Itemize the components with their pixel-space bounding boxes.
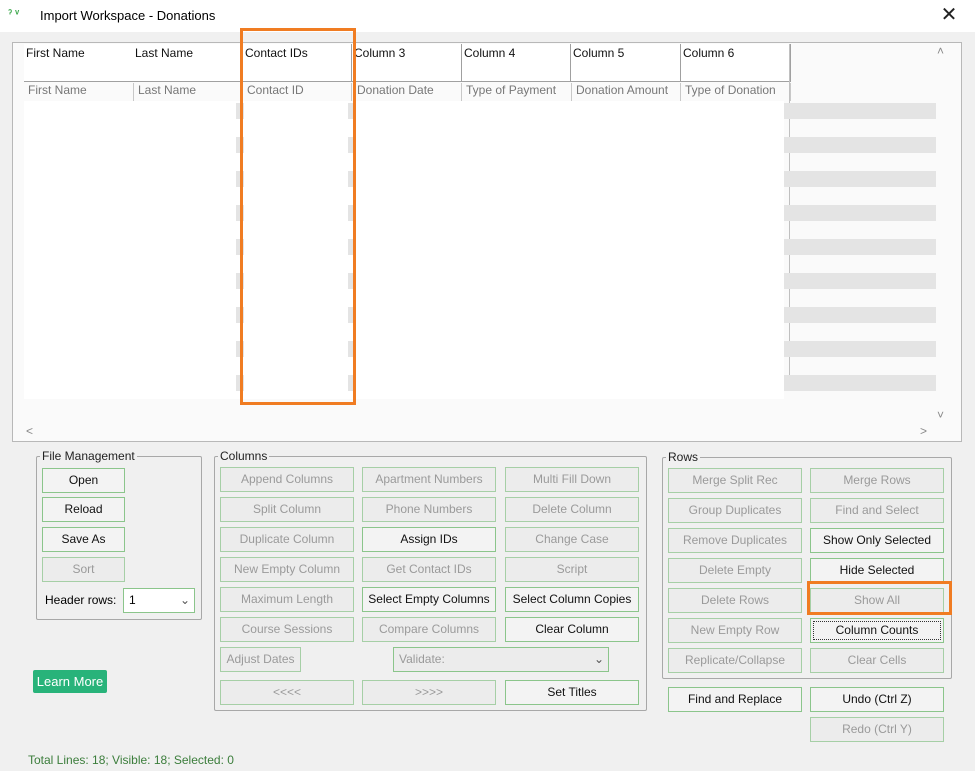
compare-columns-button[interactable]: Compare Columns — [362, 617, 496, 642]
highlight-contact-ids-column — [240, 28, 356, 405]
multi-fill-down-button[interactable]: Multi Fill Down — [505, 467, 639, 492]
select-column-copies-button[interactable]: Select Column Copies — [505, 587, 639, 612]
grid-row-placeholder — [784, 205, 936, 221]
grid-row-placeholder — [784, 273, 936, 289]
grid-row-placeholder — [784, 137, 936, 153]
column-header-6[interactable]: Column 5 — [571, 44, 681, 82]
grid-row-placeholder — [784, 239, 936, 255]
find-and-select-button[interactable]: Find and Select — [810, 498, 944, 523]
column-header-2[interactable]: Last Name — [133, 44, 243, 82]
header-rows-label: Header rows: — [45, 593, 117, 607]
app-logo-icon: ˀ ᵛ — [8, 8, 20, 20]
validate-placeholder: Validate: — [399, 652, 445, 666]
merge-rows-button[interactable]: Merge Rows — [810, 468, 944, 493]
grid-row-placeholder — [784, 307, 936, 323]
redo-button[interactable]: Redo (Ctrl Y) — [810, 717, 944, 742]
scroll-down-icon[interactable]: ˅ — [937, 408, 944, 422]
clear-cells-button[interactable]: Clear Cells — [810, 648, 944, 673]
get-contact-ids-button[interactable]: Get Contact IDs — [362, 557, 496, 582]
append-columns-button[interactable]: Append Columns — [220, 467, 354, 492]
grid-row-placeholder — [784, 375, 936, 391]
find-and-replace-button[interactable]: Find and Replace — [668, 687, 802, 712]
scroll-up-icon[interactable]: ˄ — [937, 44, 944, 58]
previous-columns-button[interactable]: <<<< — [220, 680, 354, 705]
delete-rows-button[interactable]: Delete Rows — [668, 588, 802, 613]
sort-button[interactable]: Sort — [42, 557, 125, 582]
title-row-cell[interactable]: Donation Date — [353, 83, 462, 101]
scroll-right-icon[interactable]: > — [920, 424, 927, 438]
header-rows-value: 1 — [129, 593, 136, 607]
grid-row-placeholder — [784, 171, 936, 187]
column-counts-button[interactable]: Column Counts — [810, 618, 944, 643]
save-as-button[interactable]: Save As — [42, 527, 125, 552]
adjust-dates-button[interactable]: Adjust Dates — [220, 647, 301, 672]
title-row-cell[interactable]: Type of Donation — [681, 83, 791, 101]
replicate-collapse-button[interactable]: Replicate/Collapse — [668, 648, 802, 673]
select-empty-columns-button[interactable]: Select Empty Columns — [362, 587, 496, 612]
new-empty-column-button[interactable]: New Empty Column — [220, 557, 354, 582]
title-row-cell[interactable]: Type of Payment — [462, 83, 572, 101]
undo-button[interactable]: Undo (Ctrl Z) — [810, 687, 944, 712]
new-empty-row-button[interactable]: New Empty Row — [668, 618, 802, 643]
delete-empty-button[interactable]: Delete Empty — [668, 558, 802, 583]
grid-row-placeholder — [784, 341, 936, 357]
close-icon[interactable]: ✕ — [938, 3, 960, 27]
columns-legend: Columns — [220, 449, 268, 463]
chevron-down-icon: ⌄ — [179, 593, 190, 607]
next-columns-button[interactable]: >>>> — [362, 680, 496, 705]
header-rows-select[interactable]: 1 ⌄ — [123, 588, 195, 613]
show-only-selected-button[interactable]: Show Only Selected — [810, 528, 944, 553]
window-title: Import Workspace - Donations — [40, 8, 216, 23]
horizontal-scrollbar[interactable]: < > — [24, 424, 944, 438]
change-case-button[interactable]: Change Case — [505, 527, 639, 552]
merge-split-rec-button[interactable]: Merge Split Rec — [668, 468, 802, 493]
scroll-left-icon[interactable]: < — [26, 424, 33, 438]
remove-duplicates-button[interactable]: Remove Duplicates — [668, 528, 802, 553]
course-sessions-button[interactable]: Course Sessions — [220, 617, 354, 642]
learn-more-button[interactable]: Learn More — [33, 670, 107, 693]
apartment-numbers-button[interactable]: Apartment Numbers — [362, 467, 496, 492]
maximum-length-button[interactable]: Maximum Length — [220, 587, 354, 612]
title-row-cell[interactable]: Last Name — [134, 83, 243, 101]
column-header-7[interactable]: Column 6 — [681, 44, 791, 82]
clear-column-button[interactable]: Clear Column — [505, 617, 639, 642]
status-text: Total Lines: 18; Visible: 18; Selected: … — [28, 753, 234, 767]
phone-numbers-button[interactable]: Phone Numbers — [362, 497, 496, 522]
assign-ids-button[interactable]: Assign IDs — [362, 527, 496, 552]
delete-column-button[interactable]: Delete Column — [505, 497, 639, 522]
duplicate-column-button[interactable]: Duplicate Column — [220, 527, 354, 552]
file-management-legend: File Management — [42, 449, 135, 463]
open-button[interactable]: Open — [42, 468, 125, 493]
reload-button[interactable]: Reload — [42, 497, 125, 522]
hide-selected-button[interactable]: Hide Selected — [810, 558, 944, 583]
highlight-show-all — [807, 581, 952, 615]
title-row-cell[interactable]: Donation Amount — [572, 83, 681, 101]
column-header-5[interactable]: Column 4 — [462, 44, 571, 82]
script-button[interactable]: Script — [505, 557, 639, 582]
chevron-down-icon: ⌄ — [593, 652, 604, 666]
title-bar: ˀ ᵛ Import Workspace - Donations ✕ — [0, 0, 975, 32]
split-column-button[interactable]: Split Column — [220, 497, 354, 522]
set-titles-button[interactable]: Set Titles — [505, 680, 639, 705]
rows-legend: Rows — [668, 450, 699, 464]
grid-row-placeholder — [784, 103, 936, 119]
validate-select[interactable]: Validate: ⌄ — [393, 647, 609, 672]
title-row-cell[interactable]: First Name — [24, 83, 134, 101]
grid-body[interactable] — [24, 101, 784, 399]
group-duplicates-button[interactable]: Group Duplicates — [668, 498, 802, 523]
column-header-4[interactable]: Column 3 — [352, 44, 462, 82]
vertical-scrollbar[interactable]: ˄ ˅ — [936, 44, 948, 424]
column-header-1[interactable]: First Name — [24, 44, 134, 82]
